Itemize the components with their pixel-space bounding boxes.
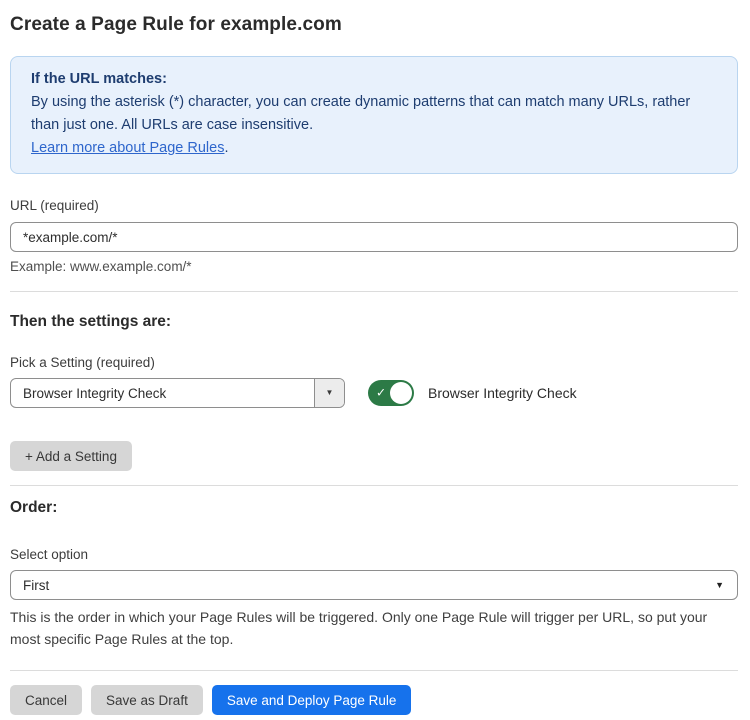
url-match-info-box: If the URL matches: By using the asteris… <box>10 56 738 174</box>
check-icon: ✓ <box>376 386 386 400</box>
settings-section-heading: Then the settings are: <box>10 313 738 331</box>
divider <box>10 291 738 292</box>
browser-integrity-check-toggle[interactable]: ✓ <box>368 380 414 406</box>
learn-more-page-rules-link[interactable]: Learn more about Page Rules <box>31 140 224 156</box>
create-page-rule-panel: Create a Page Rule for example.com If th… <box>0 0 750 720</box>
info-box-heading: If the URL matches: <box>31 68 717 91</box>
setting-dropdown[interactable]: Browser Integrity Check ▼ <box>10 378 345 408</box>
order-select-value: First <box>23 578 49 593</box>
url-input[interactable] <box>10 222 738 252</box>
toggle-setting-label: Browser Integrity Check <box>428 385 577 401</box>
toggle-knob <box>390 382 412 404</box>
info-box-link-line: Learn more about Page Rules. <box>31 137 717 160</box>
url-example-helper: Example: www.example.com/* <box>10 259 738 274</box>
chevron-down-icon: ▼ <box>715 581 724 590</box>
setting-dropdown-value: Browser Integrity Check <box>11 379 314 407</box>
order-section-heading: Order: <box>10 499 738 517</box>
footer-actions: Cancel Save as Draft Save and Deploy Pag… <box>10 685 738 715</box>
url-field-label: URL (required) <box>10 198 738 213</box>
pick-setting-label: Pick a Setting (required) <box>10 355 738 370</box>
divider <box>10 670 738 671</box>
order-helper-text: This is the order in which your Page Rul… <box>10 606 738 650</box>
order-select[interactable]: First ▼ <box>10 570 738 600</box>
order-select-label: Select option <box>10 547 738 562</box>
chevron-down-icon: ▼ <box>326 389 334 397</box>
divider <box>10 485 738 486</box>
cancel-button[interactable]: Cancel <box>10 685 82 715</box>
info-link-suffix: . <box>224 140 228 156</box>
page-title: Create a Page Rule for example.com <box>10 14 738 36</box>
save-as-draft-button[interactable]: Save as Draft <box>91 685 203 715</box>
setting-row: Browser Integrity Check ▼ ✓ Browser Inte… <box>10 378 738 408</box>
info-box-body: By using the asterisk (*) character, you… <box>31 91 717 137</box>
save-and-deploy-button[interactable]: Save and Deploy Page Rule <box>212 685 412 715</box>
setting-dropdown-arrow-button[interactable]: ▼ <box>314 379 344 407</box>
add-setting-button[interactable]: + Add a Setting <box>10 441 132 471</box>
